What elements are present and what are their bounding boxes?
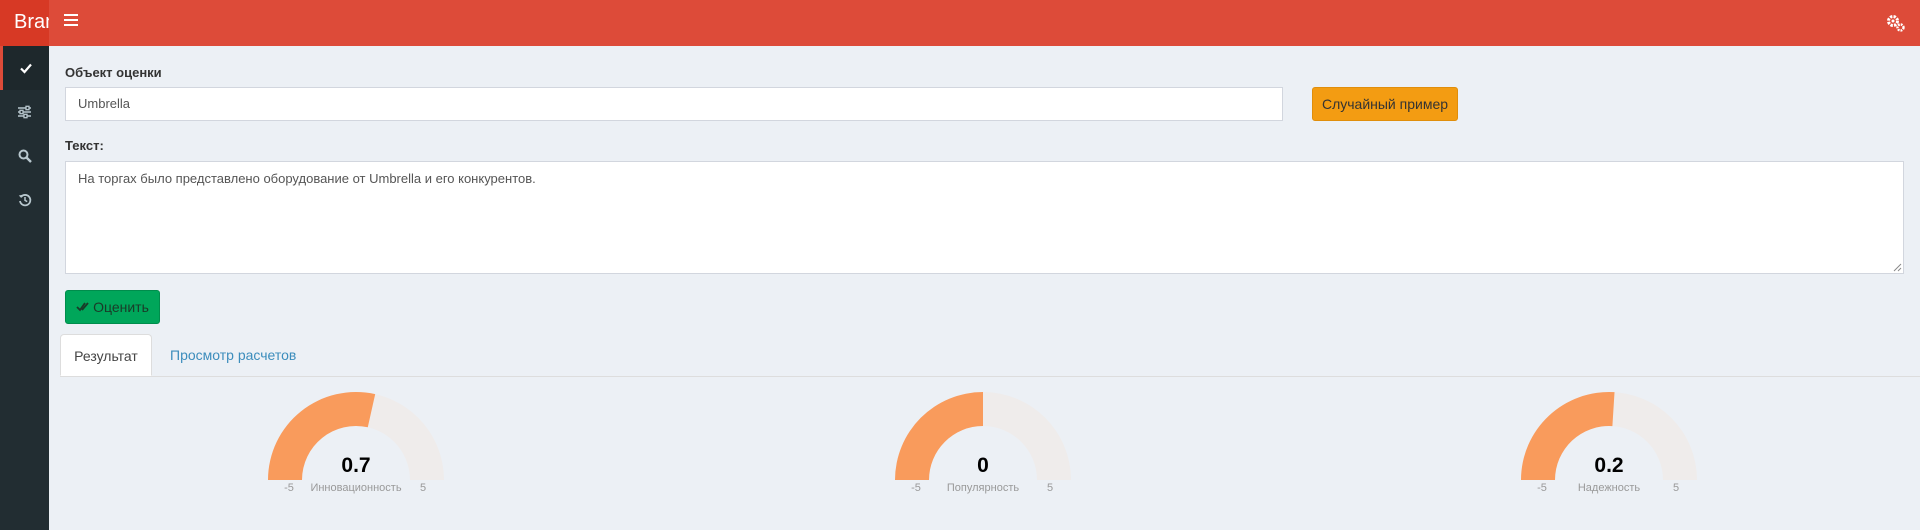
object-label: Объект оценки bbox=[65, 65, 162, 80]
gauge-reliability: 0.2 -5 Надежность 5 bbox=[1509, 380, 1709, 520]
main-content: Объект оценки Umbrella Случайный пример … bbox=[49, 46, 1920, 530]
menu-toggle-icon[interactable] bbox=[64, 14, 78, 28]
brand-logo[interactable]: Brand bbox=[0, 0, 49, 46]
gauge-value: 0 bbox=[977, 454, 989, 477]
gauge-max: 5 bbox=[1046, 482, 1054, 494]
settings-gears-icon[interactable] bbox=[1886, 13, 1906, 33]
gauge-max: 5 bbox=[419, 482, 427, 494]
double-check-icon bbox=[76, 302, 89, 312]
gauge-popularity: 0 -5 Популярность 5 bbox=[883, 380, 1083, 520]
history-icon bbox=[18, 194, 31, 207]
tab-result[interactable]: Результат bbox=[60, 334, 152, 376]
sidebar-item-settings[interactable] bbox=[0, 90, 49, 134]
sliders-icon bbox=[18, 105, 31, 119]
evaluate-button[interactable]: Оценить bbox=[65, 290, 160, 324]
sidebar-item-evaluate[interactable] bbox=[0, 46, 49, 90]
sidebar-item-history[interactable] bbox=[0, 178, 49, 222]
text-area-value: На торгах было представлено оборудование… bbox=[78, 171, 536, 186]
top-navbar: Brand bbox=[0, 0, 1920, 46]
object-input[interactable]: Umbrella bbox=[65, 87, 1283, 121]
tab-calculations[interactable]: Просмотр расчетов bbox=[170, 334, 296, 376]
text-area[interactable]: На торгах было представлено оборудование… bbox=[65, 161, 1904, 274]
gauge-innovation: 0.7 -5 Инновационность 5 bbox=[256, 380, 456, 520]
sidebar bbox=[0, 46, 49, 530]
gauge-value: 0.7 bbox=[341, 454, 371, 477]
random-example-button[interactable]: Случайный пример bbox=[1312, 87, 1458, 121]
gauge-value: 0.2 bbox=[1594, 454, 1624, 477]
resize-handle-icon[interactable] bbox=[1893, 263, 1902, 272]
text-label: Текст: bbox=[65, 138, 104, 153]
evaluate-button-label: Оценить bbox=[93, 299, 149, 315]
result-tabs: Результат Просмотр расчетов bbox=[60, 334, 1920, 377]
check-icon bbox=[20, 63, 32, 74]
sidebar-item-search[interactable] bbox=[0, 134, 49, 178]
search-magnify-icon bbox=[18, 149, 32, 163]
gauge-max: 5 bbox=[1672, 482, 1680, 494]
